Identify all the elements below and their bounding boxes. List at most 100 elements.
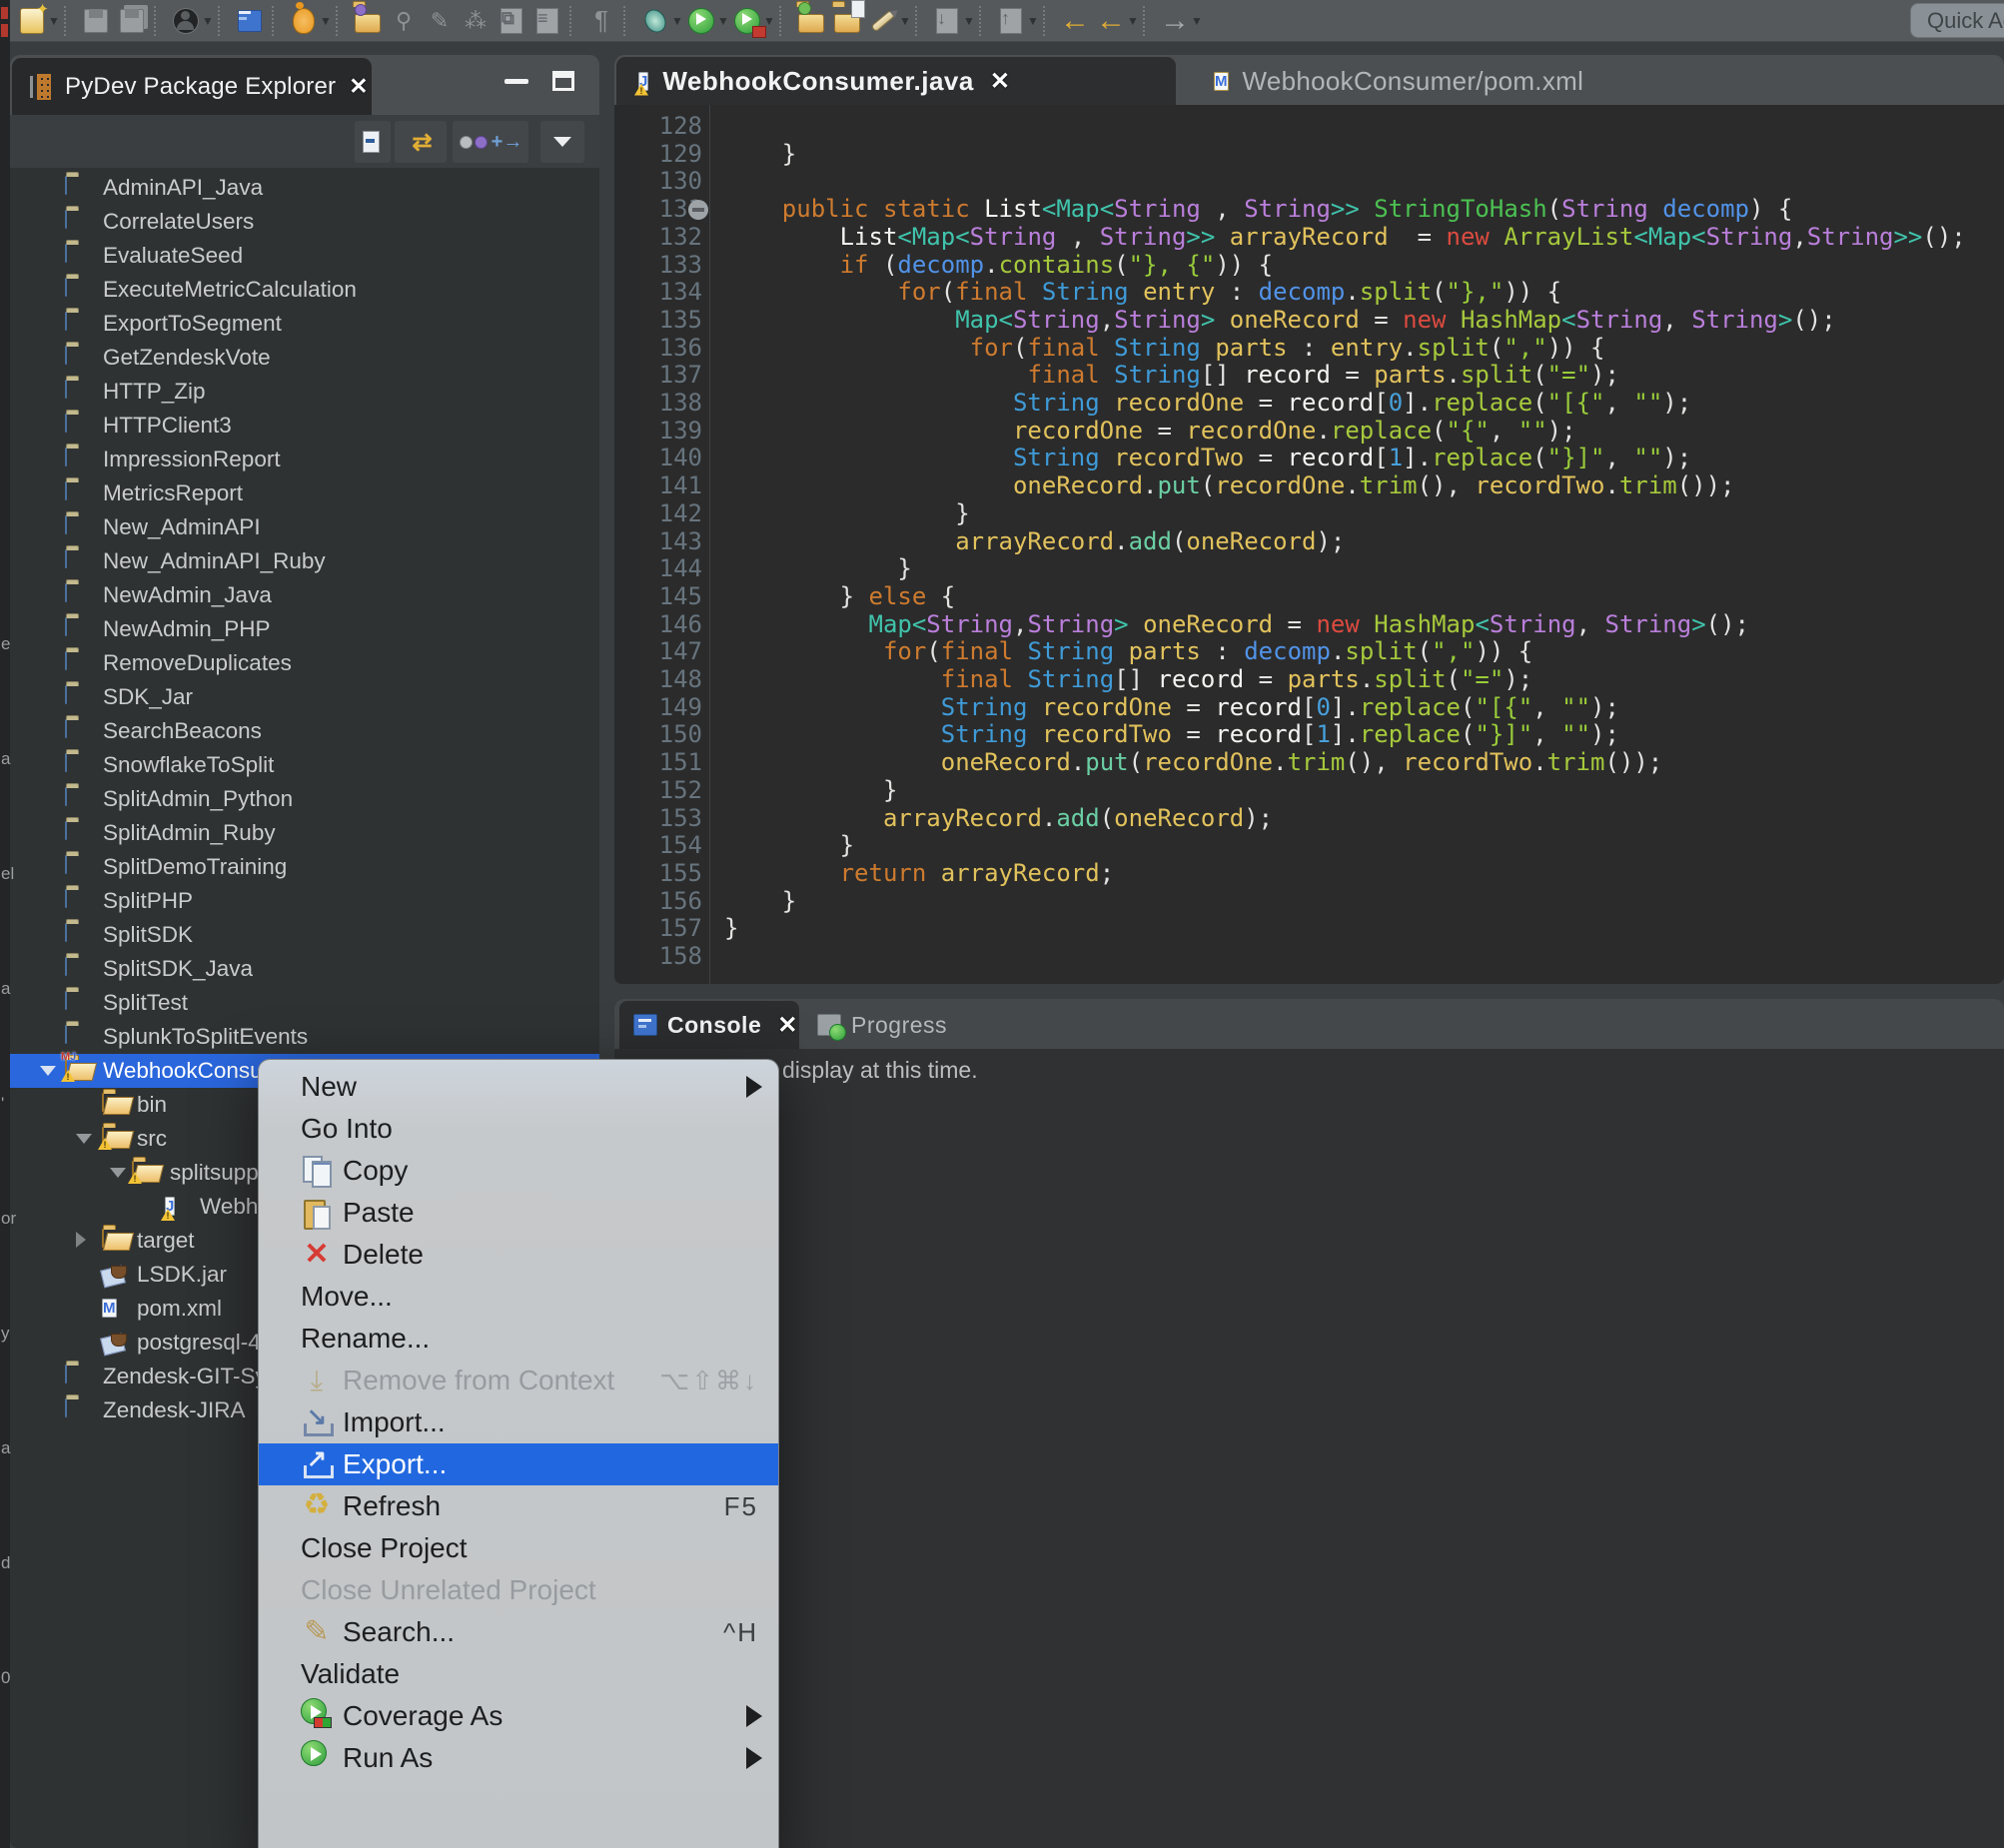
team-sync-icon[interactable]: ⚲ xyxy=(389,6,419,36)
menu-item-close-project[interactable]: Close Project xyxy=(259,1527,778,1569)
dropdown-arrow-icon[interactable]: ▼ xyxy=(202,14,214,28)
menu-item-delete[interactable]: ✕Delete xyxy=(259,1234,778,1276)
quick-access-box[interactable]: Quick Ac xyxy=(1910,3,2004,38)
fold-marker-icon[interactable] xyxy=(688,200,708,220)
filters-icon[interactable]: +→ xyxy=(453,121,528,163)
code-editor[interactable]: 128129 }130131 public static List<Map<St… xyxy=(614,105,2004,984)
forward-icon[interactable]: → xyxy=(1160,6,1190,36)
tree-item-correlateusers[interactable]: CorrelateUsers xyxy=(10,205,599,239)
close-icon[interactable]: ✕ xyxy=(777,1011,797,1040)
tree-item-newadmin-php[interactable]: NewAdmin_PHP xyxy=(10,612,599,646)
tree-item-splitsdk-java[interactable]: SplitSDK_Java xyxy=(10,952,599,986)
view-menu-icon[interactable] xyxy=(540,121,584,163)
tree-item-exporttosegment[interactable]: ExportToSegment xyxy=(10,307,599,341)
tree-item-sdk-jar[interactable]: SDK_Jar xyxy=(10,680,599,714)
tree-item-splitsdk[interactable]: SplitSDK xyxy=(10,918,599,952)
profile-run-icon[interactable] xyxy=(732,6,762,36)
export-file-icon[interactable]: ↑ xyxy=(996,6,1026,36)
tab-pydev-package-explorer[interactable]: PyDev Package Explorer ✕ xyxy=(12,58,372,115)
tree-item-newadmin-java[interactable]: NewAdmin_Java xyxy=(10,578,599,612)
dropdown-arrow-icon[interactable]: ▼ xyxy=(963,14,975,28)
chevron-expanded-icon[interactable] xyxy=(40,1066,56,1076)
user-profile-icon[interactable] xyxy=(171,6,201,36)
toolbar-separator xyxy=(915,6,925,36)
run-icon[interactable] xyxy=(686,6,716,36)
tree-item-impressionreport[interactable]: ImpressionReport xyxy=(10,443,599,476)
marker-pen-icon[interactable] xyxy=(868,6,898,36)
menu-item-run-as[interactable]: Run As xyxy=(259,1737,778,1779)
menu-item-refresh[interactable]: ♻RefreshF5 xyxy=(259,1485,778,1527)
menu-item-move-[interactable]: Move... xyxy=(259,1276,778,1318)
new-wizard-icon[interactable] xyxy=(17,6,47,36)
dropdown-arrow-icon[interactable]: ▼ xyxy=(48,14,60,28)
tab-console[interactable]: Console ✕ xyxy=(619,1001,799,1049)
dropdown-arrow-icon[interactable]: ▼ xyxy=(1191,14,1203,28)
minimize-icon[interactable] xyxy=(504,79,528,84)
save-all-icon[interactable] xyxy=(117,6,147,36)
menu-item-copy[interactable]: Copy xyxy=(259,1150,778,1192)
tree-item-httpclient3[interactable]: HTTPClient3 xyxy=(10,409,599,443)
back-annotated-icon[interactable]: ← xyxy=(1060,6,1090,36)
pilcrow-icon[interactable]: ¶ xyxy=(586,6,616,36)
link-with-editor-icon[interactable]: ⇄ xyxy=(395,121,447,163)
tree-item-new-adminapi[interactable]: New_AdminAPI xyxy=(10,510,599,544)
copy-file-icon[interactable]: ⧉ xyxy=(497,6,526,36)
outline-list-icon[interactable]: ≡ xyxy=(532,6,562,36)
paste-folder-icon[interactable] xyxy=(832,6,862,36)
line-number: 134 xyxy=(614,279,702,307)
maximize-icon[interactable] xyxy=(552,71,574,91)
tree-item-executemetriccalculation[interactable]: ExecuteMetricCalculation xyxy=(10,273,599,307)
open-resource-icon[interactable] xyxy=(353,6,383,36)
tree-item-splunktosplitevents[interactable]: SplunkToSplitEvents xyxy=(10,1020,599,1054)
dropdown-arrow-icon[interactable]: ▼ xyxy=(899,14,911,28)
tree-item-snowflaketosplit[interactable]: SnowflakeToSplit xyxy=(10,748,599,782)
menu-item-new[interactable]: New xyxy=(259,1066,778,1108)
chevron-expanded-icon[interactable] xyxy=(110,1168,126,1178)
menu-item-coverage-as[interactable]: Coverage As xyxy=(259,1695,778,1737)
dropdown-arrow-icon[interactable]: ▼ xyxy=(671,14,683,28)
tree-item-http-zip[interactable]: HTTP_Zip xyxy=(10,375,599,409)
menu-item-validate[interactable]: Validate xyxy=(259,1653,778,1695)
tree-item-adminapi-java[interactable]: AdminAPI_Java xyxy=(10,171,599,205)
tree-item-evaluateseed[interactable]: EvaluateSeed xyxy=(10,239,599,273)
menu-item-import-[interactable]: Import... xyxy=(259,1401,778,1443)
menu-item-rename-[interactable]: Rename... xyxy=(259,1318,778,1360)
chevron-collapsed-icon[interactable] xyxy=(76,1232,86,1248)
dropdown-arrow-icon[interactable]: ▼ xyxy=(1027,14,1039,28)
menu-item-close-unrelated-project[interactable]: Close Unrelated Project xyxy=(259,1569,778,1611)
dropdown-arrow-icon[interactable]: ▼ xyxy=(717,14,729,28)
open-folder-objects-icon[interactable] xyxy=(796,6,826,36)
dropdown-arrow-icon[interactable]: ▼ xyxy=(320,14,332,28)
menu-item-paste[interactable]: Paste xyxy=(259,1192,778,1234)
menu-item-search-[interactable]: ✎Search...^H xyxy=(259,1611,778,1653)
tree-item-splitdemotraining[interactable]: SplitDemoTraining xyxy=(10,850,599,884)
tree-item-metricsreport[interactable]: MetricsReport xyxy=(10,476,599,510)
external-tools-icon[interactable]: ⁂ xyxy=(461,6,491,36)
tree-item-new-adminapi-ruby[interactable]: New_AdminAPI_Ruby xyxy=(10,544,599,578)
import-file-icon[interactable]: ↓ xyxy=(932,6,962,36)
chevron-expanded-icon[interactable] xyxy=(76,1134,92,1144)
back-icon[interactable]: ← xyxy=(1096,6,1126,36)
pydev-debug-icon[interactable] xyxy=(640,6,670,36)
tree-item-searchbeacons[interactable]: SearchBeacons xyxy=(10,714,599,748)
tree-item-splittest[interactable]: SplitTest xyxy=(10,986,599,1020)
tab-webhookconsumer-java[interactable]: J! WebhookConsumer.java ✕ xyxy=(616,57,1176,105)
collapse-all-icon[interactable] xyxy=(355,121,391,163)
menu-item-export-[interactable]: Export... xyxy=(259,1443,778,1485)
tree-item-splitadmin-ruby[interactable]: SplitAdmin_Ruby xyxy=(10,816,599,850)
tree-item-splitphp[interactable]: SplitPHP xyxy=(10,884,599,918)
save-icon[interactable] xyxy=(81,6,111,36)
tree-item-splitadmin-python[interactable]: SplitAdmin_Python xyxy=(10,782,599,816)
dropdown-arrow-icon[interactable]: ▼ xyxy=(1127,14,1139,28)
menu-item-remove-from-context[interactable]: ⤓Remove from Context⌥⇧⌘↓ xyxy=(259,1360,778,1401)
debug-icon[interactable] xyxy=(289,6,319,36)
close-icon[interactable]: ✕ xyxy=(990,67,1010,96)
tree-item-getzendeskvote[interactable]: GetZendeskVote xyxy=(10,341,599,375)
tab-pom-xml[interactable]: M WebhookConsumer/pom.xml xyxy=(1192,57,1583,105)
menu-item-go-into[interactable]: Go Into xyxy=(259,1108,778,1150)
tab-progress[interactable]: Progress xyxy=(809,1001,947,1049)
console-view-icon[interactable] xyxy=(235,6,265,36)
tree-item-removeduplicates[interactable]: RemoveDuplicates xyxy=(10,646,599,680)
close-icon[interactable]: ✕ xyxy=(349,73,368,100)
format-pencil-icon[interactable]: ✎ xyxy=(425,6,455,36)
